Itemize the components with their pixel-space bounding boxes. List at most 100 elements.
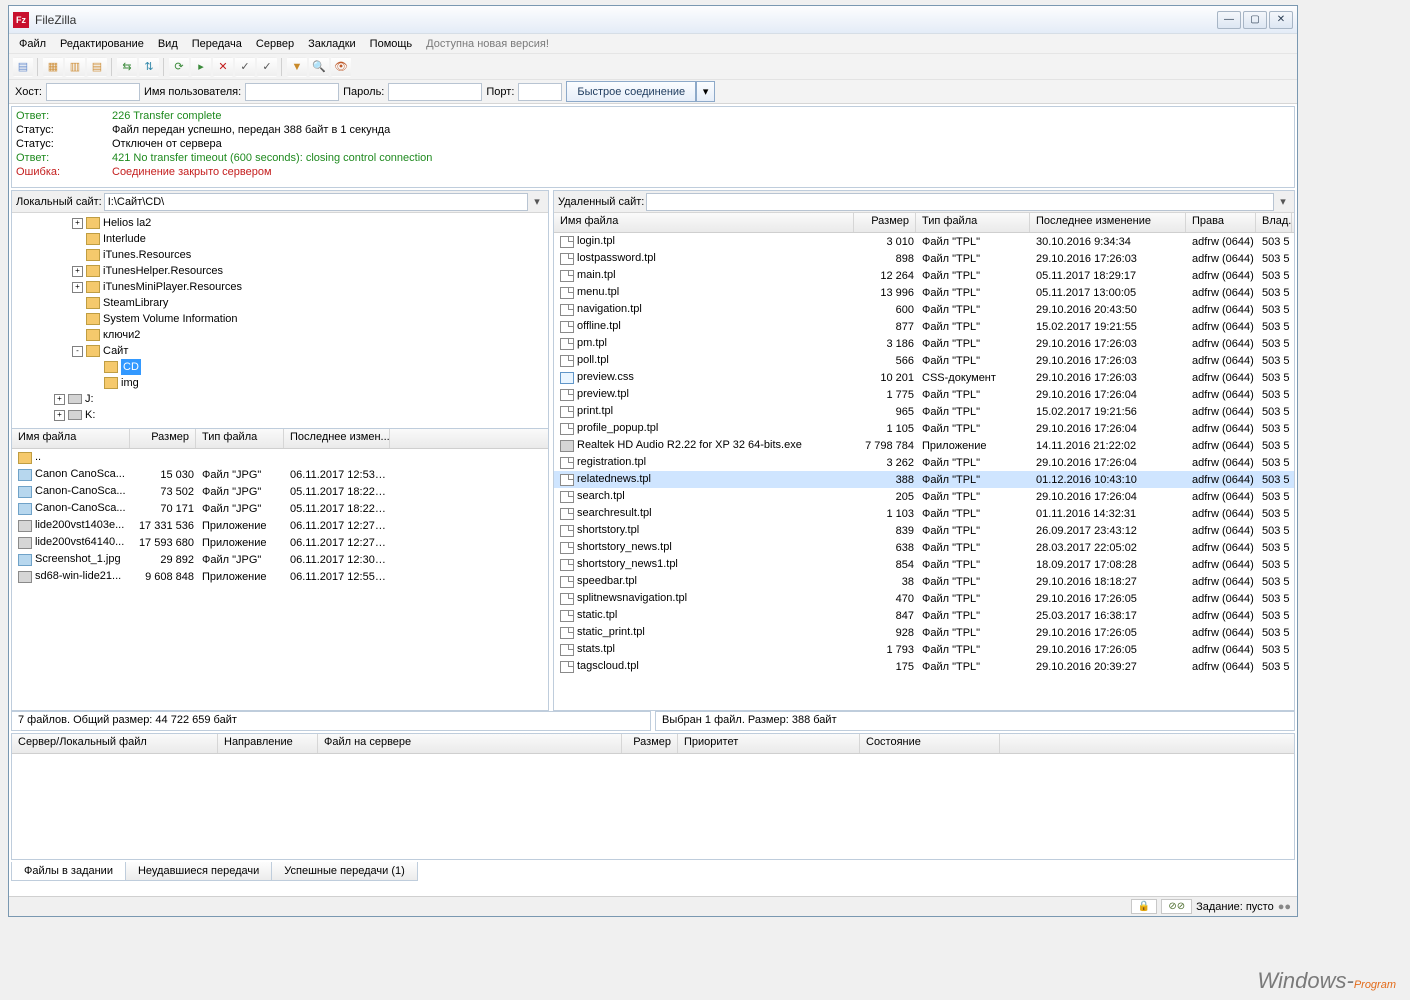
col-priority[interactable]: Приоритет [678,734,860,753]
expand-icon[interactable]: + [54,394,65,405]
list-item[interactable]: print.tpl965Файл "TPL"15.02.2017 19:21:5… [554,403,1294,420]
list-item[interactable]: menu.tpl13 996Файл "TPL"05.11.2017 13:00… [554,284,1294,301]
list-item[interactable]: preview.tpl1 775Файл "TPL"29.10.2016 17:… [554,386,1294,403]
local-file-list[interactable]: ..Canon CanoSca...15 030Файл "JPG"06.11.… [12,449,548,710]
tab-failed[interactable]: Неудавшиеся передачи [125,862,272,881]
list-item[interactable]: sd68-win-lide21...9 608 848Приложение06.… [12,568,548,585]
list-item[interactable]: searchresult.tpl1 103Файл "TPL"01.11.201… [554,505,1294,522]
tree-node[interactable]: +Helios la2 [14,215,546,231]
filter-button[interactable]: ▼ [287,57,307,77]
col-state[interactable]: Состояние [860,734,1000,753]
remote-site-input[interactable] [646,193,1274,211]
refresh-button[interactable]: ⟳ [169,57,189,77]
port-input[interactable] [518,83,562,101]
list-item[interactable]: lostpassword.tpl898Файл "TPL"29.10.2016 … [554,250,1294,267]
tree-node[interactable]: SteamLibrary [14,295,546,311]
compare-button[interactable]: ⇅ [139,57,159,77]
quickconnect-dropdown[interactable]: ▾ [696,81,715,102]
cancel-button[interactable]: ✕ [213,57,233,77]
local-site-input[interactable] [104,193,528,211]
list-item[interactable]: lide200vst1403e...17 331 536Приложение06… [12,517,548,534]
list-item[interactable]: static_print.tpl928Файл "TPL"29.10.2016 … [554,624,1294,641]
list-item[interactable]: offline.tpl877Файл "TPL"15.02.2017 19:21… [554,318,1294,335]
list-item[interactable]: Canon-CanoSca...73 502Файл "JPG"05.11.20… [12,483,548,500]
col-remote-file[interactable]: Файл на сервере [318,734,622,753]
expand-icon[interactable]: + [54,410,65,421]
menu-help[interactable]: Помощь [364,36,419,52]
site-manager-button[interactable]: ▤ [13,57,33,77]
menu-edit[interactable]: Редактирование [54,36,150,52]
expand-icon[interactable]: + [72,266,83,277]
col-modified[interactable]: Последнее изменение [1030,213,1186,232]
tree-node[interactable]: -Сайт [14,343,546,359]
host-input[interactable] [46,83,140,101]
reconnect-button[interactable]: ✓ [257,57,277,77]
list-item[interactable]: Canon CanoSca...15 030Файл "JPG"06.11.20… [12,466,548,483]
remote-site-dropdown[interactable]: ▾ [1276,195,1290,208]
tree-node[interactable]: Interlude [14,231,546,247]
col-permissions[interactable]: Права [1186,213,1256,232]
list-item[interactable]: poll.tpl566Файл "TPL"29.10.2016 17:26:03… [554,352,1294,369]
list-item[interactable]: registration.tpl3 262Файл "TPL"29.10.201… [554,454,1294,471]
maximize-button[interactable]: ▢ [1243,11,1267,29]
list-item[interactable]: Screenshot_1.jpg29 892Файл "JPG"06.11.20… [12,551,548,568]
list-item[interactable]: preview.css10 201CSS-документ29.10.2016 … [554,369,1294,386]
list-item[interactable]: navigation.tpl600Файл "TPL"29.10.2016 20… [554,301,1294,318]
list-item[interactable]: shortstory_news1.tpl854Файл "TPL"18.09.2… [554,556,1294,573]
tree-node[interactable]: +iTunesHelper.Resources [14,263,546,279]
list-item[interactable]: main.tpl12 264Файл "TPL"05.11.2017 18:29… [554,267,1294,284]
col-local-file[interactable]: Сервер/Локальный файл [12,734,218,753]
remote-file-list[interactable]: login.tpl3 010Файл "TPL"30.10.2016 9:34:… [554,233,1294,710]
toggle-tree-button[interactable]: ▥ [65,57,85,77]
expand-icon[interactable]: - [72,346,83,357]
message-log[interactable]: Ответ:226 Transfer completeСтатус:Файл п… [11,106,1295,188]
list-item[interactable]: lide200vst64140...17 593 680Приложение06… [12,534,548,551]
list-item[interactable]: search.tpl205Файл "TPL"29.10.2016 17:26:… [554,488,1294,505]
tree-node[interactable]: +J: [14,391,546,407]
tab-success[interactable]: Успешные передачи (1) [271,862,418,881]
tree-node[interactable]: System Volume Information [14,311,546,327]
menu-new-version[interactable]: Доступна новая версия! [420,36,555,52]
col-name[interactable]: Имя файла [554,213,854,232]
col-direction[interactable]: Направление [218,734,318,753]
search-button[interactable]: 🔍 [309,57,329,77]
list-item[interactable]: pm.tpl3 186Файл "TPL"29.10.2016 17:26:03… [554,335,1294,352]
expand-icon[interactable]: + [72,218,83,229]
tree-node[interactable]: img [14,375,546,391]
menu-bookmarks[interactable]: Закладки [302,36,362,52]
tree-node[interactable]: CD [14,359,546,375]
minimize-button[interactable]: — [1217,11,1241,29]
col-name[interactable]: Имя файла [12,429,130,448]
tab-queued[interactable]: Файлы в задании [11,862,126,881]
quickconnect-button[interactable]: Быстрое соединение [566,81,696,102]
expand-icon[interactable]: + [72,282,83,293]
close-button[interactable]: ✕ [1269,11,1293,29]
list-item[interactable]: login.tpl3 010Файл "TPL"30.10.2016 9:34:… [554,233,1294,250]
disconnect-button[interactable]: ✓ [235,57,255,77]
col-owner[interactable]: Влад... [1256,213,1292,232]
process-queue-button[interactable]: ▸ [191,57,211,77]
speed-limit-button[interactable]: 👁 [331,57,351,77]
list-item[interactable]: profile_popup.tpl1 105Файл "TPL"29.10.20… [554,420,1294,437]
col-size[interactable]: Размер [130,429,196,448]
list-item[interactable]: speedbar.tpl38Файл "TPL"29.10.2016 18:18… [554,573,1294,590]
list-item[interactable]: static.tpl847Файл "TPL"25.03.2017 16:38:… [554,607,1294,624]
tree-node[interactable]: ключи2 [14,327,546,343]
tree-node[interactable]: +K: [14,407,546,423]
local-tree[interactable]: +Helios la2InterludeiTunes.Resources+iTu… [12,213,548,429]
password-input[interactable] [388,83,482,101]
list-item[interactable]: splitnewsnavigation.tpl470Файл "TPL"29.1… [554,590,1294,607]
queue-body[interactable] [12,754,1294,859]
toggle-queue-button[interactable]: ▤ [87,57,107,77]
menu-file[interactable]: Файл [13,36,52,52]
col-modified[interactable]: Последнее измен... [284,429,390,448]
col-type[interactable]: Тип файла [916,213,1030,232]
list-item[interactable]: shortstory.tpl839Файл "TPL"26.09.2017 23… [554,522,1294,539]
queue-menu-icon[interactable]: ●● [1278,901,1291,913]
menu-view[interactable]: Вид [152,36,184,52]
col-size[interactable]: Размер [854,213,916,232]
menu-transfer[interactable]: Передача [186,36,248,52]
col-type[interactable]: Тип файла [196,429,284,448]
tree-node[interactable]: +iTunesMiniPlayer.Resources [14,279,546,295]
list-item[interactable]: shortstory_news.tpl638Файл "TPL"28.03.20… [554,539,1294,556]
